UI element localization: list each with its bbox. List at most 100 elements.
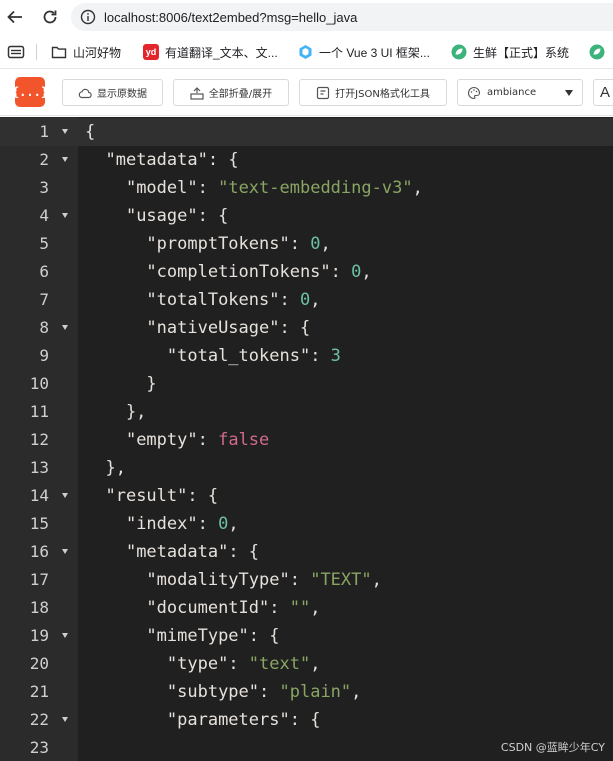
code-line[interactable]: 10 } <box>0 370 613 398</box>
code-line[interactable]: 16 "metadata": { <box>0 538 613 566</box>
code-line[interactable]: 17 "modalityType": "TEXT", <box>0 566 613 594</box>
fold-arrow-icon[interactable] <box>62 717 68 722</box>
code-line[interactable]: 2 "metadata": { <box>0 146 613 174</box>
json-punctuation: : <box>228 654 249 674</box>
json-string: "text-embedding-v3" <box>218 178 413 198</box>
json-editor[interactable]: 1{2 "metadata": {3 "model": "text-embedd… <box>0 117 613 761</box>
code-line[interactable]: 15 "index": 0, <box>0 510 613 538</box>
json-key: "nativeUsage" <box>146 318 280 338</box>
json-key: "modalityType" <box>146 570 290 590</box>
line-number: 12 <box>29 430 49 449</box>
code-text: "promptTokens": 0, <box>85 230 330 258</box>
json-key: "mimeType" <box>146 626 249 646</box>
json-punctuation <box>85 486 105 506</box>
fold-arrow-icon[interactable] <box>62 325 68 330</box>
back-button[interactable] <box>4 6 26 28</box>
json-key: "totalTokens" <box>146 290 280 310</box>
json-punctuation: : <box>197 178 219 198</box>
reload-icon <box>43 10 57 24</box>
code-text: "usage": { <box>85 202 228 230</box>
code-line[interactable]: 3 "model": "text-embedding-v3", <box>0 174 613 202</box>
code-line[interactable]: 21 "subtype": "plain", <box>0 678 613 706</box>
reading-list-button[interactable] <box>7 44 25 64</box>
bookmark-shanhe[interactable]: 山河好物 <box>51 38 121 66</box>
folder-icon <box>51 44 67 60</box>
line-number: 18 <box>29 598 49 617</box>
show-raw-button[interactable]: 显示原数据 <box>62 79 163 106</box>
json-string: "" <box>289 598 311 618</box>
fold-arrow-icon[interactable] <box>62 549 68 554</box>
code-line[interactable]: 13 }, <box>0 454 613 482</box>
bookmark-overflow[interactable] <box>589 38 611 66</box>
code-line[interactable]: 7 "totalTokens": 0, <box>0 286 613 314</box>
line-number: 21 <box>29 682 49 701</box>
json-punctuation: : { <box>279 318 311 338</box>
json-key: "parameters" <box>166 710 290 730</box>
address-bar[interactable]: localhost:8006/text2embed?msg=hello_java <box>71 3 613 31</box>
back-arrow-icon <box>7 10 22 24</box>
theme-select[interactable]: ambiance <box>457 79 583 106</box>
json-punctuation: : { <box>187 486 219 506</box>
fold-icon <box>190 86 204 100</box>
code-text: "nativeUsage": { <box>85 314 310 342</box>
json-punctuation: : <box>259 682 280 702</box>
site-info-icon[interactable] <box>80 9 96 25</box>
code-line[interactable]: 12 "empty": false <box>0 426 613 454</box>
bookmark-fresh-system[interactable]: 生鲜【正式】系统 <box>451 38 569 66</box>
fold-all-button[interactable]: 全部折叠/展开 <box>173 79 289 106</box>
json-key: "promptTokens" <box>146 234 290 254</box>
json-file-icon <box>316 86 330 100</box>
json-punctuation <box>85 682 167 702</box>
json-number: 0 <box>310 234 321 254</box>
bookmark-label: 有道翻译_文本、文... <box>165 45 278 60</box>
code-line[interactable]: 22 "parameters": { <box>0 706 613 734</box>
json-punctuation: : <box>330 262 352 282</box>
open-json-tool-button[interactable]: 打开JSON格式化工具 <box>299 79 447 106</box>
code-line[interactable]: 14 "result": { <box>0 482 613 510</box>
fold-arrow-icon[interactable] <box>62 633 68 638</box>
bookmark-youdao[interactable]: yd 有道翻译_文本、文... <box>143 38 278 66</box>
code-line[interactable]: 18 "documentId": "", <box>0 594 613 622</box>
line-number: 9 <box>39 346 49 365</box>
json-boolean: false <box>218 430 270 450</box>
json-key: "completionTokens" <box>146 262 331 282</box>
csdn-watermark: CSDN @蓝眸少年CY <box>500 741 605 754</box>
code-text: { <box>85 118 95 146</box>
code-line[interactable]: 11 }, <box>0 398 613 426</box>
fold-arrow-icon[interactable] <box>62 213 68 218</box>
json-key: "total_tokens" <box>166 346 311 366</box>
code-line[interactable]: 6 "completionTokens": 0, <box>0 258 613 286</box>
code-line[interactable]: 4 "usage": { <box>0 202 613 230</box>
json-punctuation <box>85 654 167 674</box>
code-line[interactable]: 1{ <box>0 118 613 146</box>
line-number: 23 <box>29 738 49 757</box>
json-punctuation: : { <box>228 542 260 562</box>
code-line[interactable]: 9 "total_tokens": 3 <box>0 342 613 370</box>
fold-arrow-icon[interactable] <box>62 129 68 134</box>
font-size-button[interactable]: A <box>593 79 613 106</box>
reload-button[interactable] <box>39 6 61 28</box>
code-line[interactable]: 20 "type": "text", <box>0 650 613 678</box>
youdao-icon: yd <box>143 44 159 60</box>
code-line[interactable]: 8 "nativeUsage": { <box>0 314 613 342</box>
json-key: "index" <box>125 514 198 534</box>
json-number: 0 <box>351 262 362 282</box>
json-punctuation: , <box>228 514 239 534</box>
line-number: 5 <box>39 234 49 253</box>
code-line[interactable]: 5 "promptTokens": 0, <box>0 230 613 258</box>
line-number: 13 <box>29 458 49 477</box>
json-punctuation: , <box>351 682 362 702</box>
fold-arrow-icon[interactable] <box>62 157 68 162</box>
bookmark-vue-ui[interactable]: 一个 Vue 3 UI 框架... <box>297 38 430 66</box>
fold-arrow-icon[interactable] <box>62 493 68 498</box>
json-punctuation <box>85 262 146 282</box>
leaf-icon <box>451 44 467 60</box>
code-text: "result": { <box>85 482 218 510</box>
code-line[interactable]: 19 "mimeType": { <box>0 622 613 650</box>
json-punctuation: } <box>85 374 157 394</box>
json-string: "TEXT" <box>310 570 372 590</box>
line-number: 19 <box>29 626 49 645</box>
line-number: 16 <box>29 542 49 561</box>
json-punctuation <box>85 710 167 730</box>
json-punctuation: }, <box>85 458 126 478</box>
